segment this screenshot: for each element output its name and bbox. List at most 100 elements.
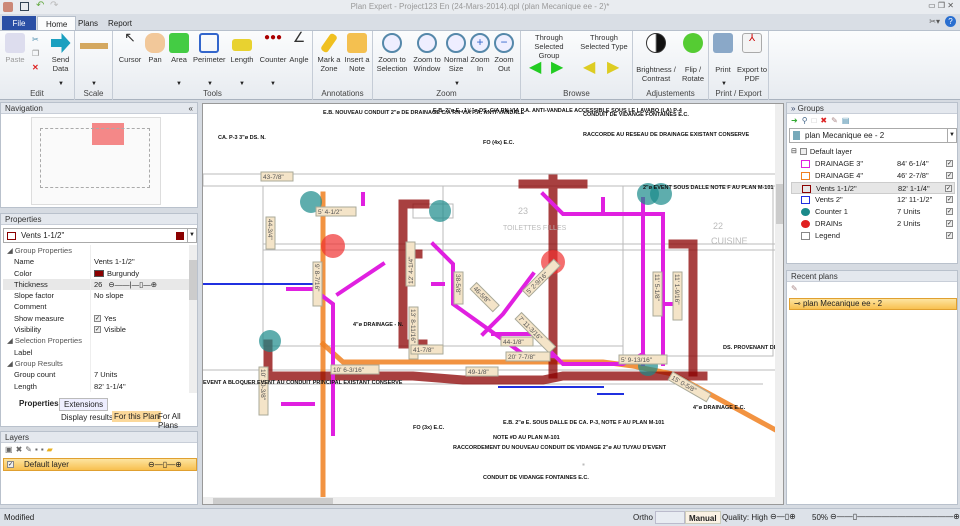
property-value[interactable]: 82' 1-1/4"	[91, 381, 189, 392]
group-item[interactable]: DRAINAGE 4" 46' 2-7/8" ✓	[791, 170, 955, 182]
property-value[interactable]: 7 Units	[91, 369, 189, 380]
zoom-out-button[interactable]: − Zoom Out	[493, 33, 515, 73]
group-item[interactable]: Vents 2" 12' 11-1/2" ✓	[791, 194, 955, 206]
collapse-icon[interactable]: ⊟	[791, 146, 797, 158]
property-row[interactable]: Group count 7 Units	[3, 369, 189, 381]
navigation-thumbnail[interactable]	[31, 117, 161, 205]
property-value[interactable]: ✓ Visible	[91, 324, 189, 335]
group-visibility-checkbox[interactable]: ✓	[946, 220, 953, 227]
group-item[interactable]: DRAINAGE 3" 84' 6-1/4" ✓	[791, 158, 955, 170]
property-row[interactable]: Comment	[3, 301, 189, 313]
group-item[interactable]: Counter 1 7 Units ✓	[791, 206, 955, 218]
search-icon[interactable]: ⚲	[802, 116, 812, 125]
paste-button[interactable]: Paste	[4, 33, 26, 64]
manual-toggle[interactable]: Manual	[685, 511, 721, 524]
property-row[interactable]: ◢ Group Results	[3, 357, 189, 370]
cut-icon[interactable]: ✂	[32, 35, 39, 44]
opacity-slider[interactable]: ⊖—▯—⊕	[148, 460, 182, 469]
layer-visibility-checkbox[interactable]: ✓	[7, 461, 14, 468]
for-this-plan-button[interactable]: For this Plan	[112, 411, 161, 422]
property-value[interactable]: 26 ⊖——|—▯—⊕	[91, 279, 189, 290]
tab-extensions[interactable]: Extensions	[59, 398, 109, 411]
plan-selector[interactable]: plan Mecanique ee - 2 ▼	[789, 128, 957, 143]
counter-button[interactable]: ●●● Counter	[258, 33, 288, 65]
group-item[interactable]: DRAINs 2 Units ✓	[791, 218, 955, 230]
ruler-icon[interactable]	[80, 43, 108, 49]
chevron-down-icon[interactable]: ▼	[187, 229, 196, 242]
expand-icon[interactable]: »	[791, 104, 798, 113]
delete-icon[interactable]: ✕	[32, 63, 39, 72]
checkbox[interactable]: ✓	[94, 326, 101, 334]
layer-row[interactable]: ✓ Default layer ⊖—▯—⊕	[3, 458, 197, 471]
tab-file[interactable]: File	[2, 16, 36, 31]
pin-icon[interactable]: ⊸	[794, 299, 803, 308]
go-arrow-icon[interactable]: ➜	[791, 116, 802, 125]
for-all-plans-button[interactable]: For All Plans	[158, 412, 197, 430]
property-value[interactable]	[91, 347, 189, 358]
property-value[interactable]	[91, 301, 189, 312]
chevron-down-icon[interactable]: ▼	[947, 129, 956, 142]
export-icon[interactable]: ▤	[842, 116, 854, 125]
delete-icon[interactable]: ✖	[820, 116, 831, 125]
zoom-window-button[interactable]: Zoom to Window	[410, 33, 444, 73]
next-group-arrow-icon[interactable]: ▶	[551, 57, 563, 77]
checkbox[interactable]: ✓	[94, 314, 101, 322]
ortho-toggle[interactable]	[655, 511, 685, 524]
group-item[interactable]: Legend ✓	[791, 230, 955, 242]
group-visibility-checkbox[interactable]: ✓	[946, 208, 953, 215]
help-icon[interactable]: ?	[945, 16, 956, 27]
cursor-button[interactable]: ↖ Cursor	[117, 30, 143, 64]
folder-icon[interactable]: ▰	[47, 445, 56, 454]
zoom-selection-button[interactable]: Zoom to Selection	[375, 33, 409, 73]
property-scrollbar[interactable]	[189, 245, 197, 393]
window-controls[interactable]: ▭ ❐ ✕	[928, 1, 954, 10]
area-button[interactable]: Area	[168, 33, 190, 64]
group-selector[interactable]: Vents 1-1/2" ▼	[3, 228, 197, 243]
quality-slider[interactable]: ⊖—▯⊕	[770, 512, 796, 521]
group-visibility-checkbox[interactable]: ✓	[945, 185, 952, 192]
property-value[interactable]: No slope	[91, 290, 189, 301]
brush-icon[interactable]: ✎	[25, 445, 35, 454]
next-type-arrow-icon[interactable]: ▶	[607, 57, 619, 77]
property-row[interactable]: Color Burgundy	[3, 267, 189, 279]
recent-plan-item[interactable]: ⊸ plan Mecanique ee - 2	[789, 298, 957, 310]
property-row[interactable]: Label	[3, 346, 189, 358]
brush-icon[interactable]: ✎	[831, 116, 842, 125]
group-visibility-checkbox[interactable]: ✓	[946, 232, 953, 239]
send-data-button[interactable]: Send Data	[48, 33, 73, 73]
root-checkbox[interactable]	[799, 148, 807, 155]
delete-layer-icon[interactable]: ✖	[16, 445, 26, 454]
normal-size-button[interactable]: Normal Size	[444, 33, 468, 73]
options-icon[interactable]: ✂▾	[929, 17, 940, 26]
add-layer-icon[interactable]: ▣	[5, 445, 16, 454]
property-row[interactable]: Length 82' 1-1/4"	[3, 380, 189, 392]
flip-rotate-button[interactable]: Flip / Rotate	[679, 33, 707, 83]
zoom-slider[interactable]: ⊖——▯————————————⊕	[830, 512, 960, 521]
export-pdf-button[interactable]: ⅄ Export to PDF	[737, 33, 767, 83]
property-row[interactable]: ◢ Selection Properties	[3, 335, 189, 347]
prev-group-arrow-icon[interactable]: ◀	[529, 57, 541, 77]
length-button[interactable]: Length	[228, 33, 256, 64]
copy-icon[interactable]: ❐	[32, 49, 39, 58]
plan-canvas[interactable]: 44-3/4" 9' 8-7/16" 10' 10-3/8" 12' 4-1/4" 38…	[202, 103, 784, 505]
property-row[interactable]: Thickness 26 ⊖——|—▯—⊕	[3, 278, 189, 291]
property-row[interactable]: ◢ Group Properties	[3, 245, 189, 257]
tab-properties[interactable]: Properties	[13, 398, 65, 409]
property-value[interactable]: Vents 1-1/2"	[91, 256, 189, 267]
group-item[interactable]: Vents 1-1/2" 82' 1-1/4" ✓	[791, 182, 955, 194]
group-visibility-checkbox[interactable]: ✓	[946, 172, 953, 179]
group-visibility-checkbox[interactable]: ✓	[946, 196, 953, 203]
property-row[interactable]: Slope factor No slope	[3, 290, 189, 302]
property-row[interactable]: Name Vents 1-1/2"	[3, 256, 189, 268]
print-button[interactable]: Print	[711, 33, 735, 74]
tree-root[interactable]: ⊟ Default layer	[791, 146, 955, 158]
plan-drawing[interactable]: 44-3/4" 9' 8-7/16" 10' 10-3/8" 12' 4-1/4" 38…	[203, 104, 784, 505]
prev-type-arrow-icon[interactable]: ◀	[583, 57, 595, 77]
property-value[interactable]: Burgundy	[91, 268, 189, 279]
property-row[interactable]: Show measure ✓ Yes	[3, 312, 189, 325]
brush-icon[interactable]: ✎	[791, 284, 798, 293]
angle-button[interactable]: ∠ Angle	[288, 30, 310, 64]
mark-zone-button[interactable]: Mark a Zone	[315, 32, 343, 73]
thickness-slider[interactable]: ⊖——|—▯—⊕	[108, 279, 157, 290]
collapse-icon[interactable]: «	[189, 104, 193, 113]
